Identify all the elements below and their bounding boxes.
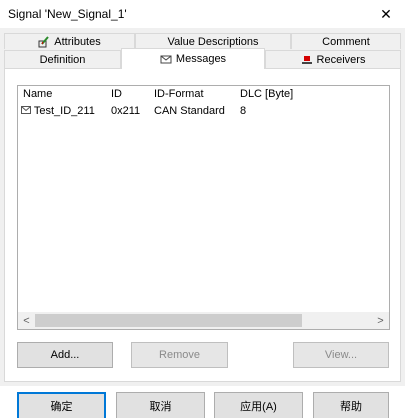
tab-receivers-label: Receivers <box>316 53 366 66</box>
column-header-id-format[interactable]: ID-Format <box>154 88 204 100</box>
help-button-label: 帮助 <box>340 401 362 413</box>
tab-comment[interactable]: Comment <box>291 33 401 49</box>
title-bar: Signal 'New_Signal_1' ✕ <box>0 0 405 28</box>
horizontal-scrollbar[interactable]: < > <box>18 312 389 329</box>
close-button[interactable]: ✕ <box>371 2 401 26</box>
tab-value-descriptions-label: Value Descriptions <box>167 35 259 48</box>
ok-button[interactable]: 确定 <box>17 392 106 418</box>
column-header-name[interactable]: Name <box>23 88 52 100</box>
list-item-dlc: 8 <box>240 105 247 117</box>
list-item-id: 0x211 <box>111 105 141 117</box>
attributes-icon <box>38 35 50 47</box>
tab-definition-label: Definition <box>39 53 86 66</box>
chevron-right-icon: > <box>377 314 384 327</box>
tab-value-descriptions[interactable]: Value Descriptions <box>135 33 291 49</box>
dialog-footer: 确定 取消 应用(A) 帮助 <box>0 386 405 418</box>
tab-comment-label: Comment <box>322 35 370 48</box>
scroll-right-button[interactable]: > <box>372 312 389 329</box>
chevron-left-icon: < <box>23 314 30 327</box>
envelope-icon <box>21 106 31 114</box>
column-header-id[interactable]: ID <box>111 88 122 100</box>
envelope-icon <box>160 55 172 64</box>
tab-messages-label: Messages <box>175 53 227 65</box>
list-item-id-format: CAN Standard <box>154 105 225 117</box>
list-item-name: Test_ID_211 <box>33 105 95 117</box>
help-button[interactable]: 帮助 <box>313 392 389 418</box>
apply-button[interactable]: 应用(A) <box>214 392 303 418</box>
view-button-label: View... <box>324 349 358 361</box>
scrollbar-thumb[interactable] <box>35 314 302 327</box>
remove-button[interactable]: Remove <box>131 342 228 368</box>
tab-messages[interactable]: Messages <box>121 48 265 69</box>
list-header: Name ID ID-Format DLC [Byte] <box>18 86 389 102</box>
receivers-icon <box>301 55 312 64</box>
tab-definition[interactable]: Definition <box>4 50 121 68</box>
ok-button-label: 确定 <box>50 401 73 413</box>
close-icon: ✕ <box>380 5 392 22</box>
list-item-name-cell: Test_ID_211 <box>21 105 95 117</box>
list-item[interactable]: Test_ID_211 0x211 CAN Standard 8 <box>18 103 389 119</box>
apply-button-label: 应用(A) <box>240 401 277 413</box>
tab-receivers[interactable]: Receivers <box>265 50 401 68</box>
tab-attributes-label: Attributes <box>54 35 101 48</box>
cancel-button-label: 取消 <box>149 401 172 413</box>
tab-attributes[interactable]: Attributes <box>4 33 135 49</box>
cancel-button[interactable]: 取消 <box>116 392 205 418</box>
view-button[interactable]: View... <box>293 342 389 368</box>
scroll-left-button[interactable]: < <box>18 312 35 329</box>
remove-button-label: Remove <box>159 349 200 361</box>
add-button-label: Add... <box>50 349 80 361</box>
window-title: Signal 'New_Signal_1' <box>8 7 127 21</box>
column-header-dlc[interactable]: DLC [Byte] <box>240 88 293 100</box>
add-button[interactable]: Add... <box>17 342 113 368</box>
messages-list[interactable]: Name ID ID-Format DLC [Byte] Test_ID_211… <box>17 85 390 330</box>
